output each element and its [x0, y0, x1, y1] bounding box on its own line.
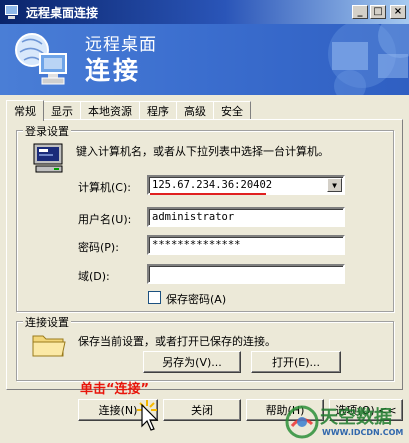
banner-title: 连接 — [85, 56, 142, 85]
click-connect-annotation: 单击“连接” — [80, 382, 150, 397]
close-button[interactable]: 关闭 — [163, 399, 241, 421]
watermark-logo-icon — [285, 405, 319, 439]
domain-label: 域(D): — [78, 270, 110, 283]
minimize-button[interactable]: _ — [352, 5, 368, 19]
remote-desktop-logo-icon — [15, 33, 67, 85]
close-window-button[interactable]: × — [390, 5, 406, 19]
maximize-button[interactable]: □ — [370, 5, 386, 19]
password-field[interactable]: ************** — [147, 235, 345, 255]
tab-general[interactable]: 常规 — [6, 100, 44, 121]
username-field[interactable]: administrator — [147, 207, 345, 227]
tab-advanced[interactable]: 高级 — [176, 101, 214, 120]
watermark: 天空数据 WWW.IDCDN.COM — [282, 400, 409, 443]
tab-programs[interactable]: 程序 — [139, 101, 177, 120]
connection-settings-legend: 连接设置 — [23, 314, 71, 330]
save-password-label[interactable]: 保存密码(A) — [166, 291, 226, 307]
login-settings-legend: 登录设置 — [23, 123, 71, 139]
computer-label: 计算机(C): — [78, 181, 131, 194]
domain-field[interactable] — [147, 264, 345, 284]
save-password-checkbox[interactable] — [148, 291, 161, 304]
banner-decoration-icon — [328, 24, 409, 95]
tab-display[interactable]: 显示 — [43, 101, 81, 120]
remote-desktop-app-icon — [4, 4, 20, 20]
connection-description: 保存当前设置，或者打开已保存的连接。 — [78, 335, 276, 348]
title-bar[interactable]: 远程桌面连接 _ □ × — [0, 0, 409, 24]
tab-local-resources[interactable]: 本地资源 — [80, 101, 140, 120]
header-banner: 远程桌面 连接 — [0, 24, 409, 95]
computer-value: 125.67.234.36:20402 — [152, 179, 273, 191]
username-label: 用户名(U): — [78, 213, 132, 226]
password-label: 密码(P): — [78, 241, 119, 254]
save-as-button[interactable]: 另存为(V)... — [143, 351, 241, 373]
highlight-underline — [150, 193, 266, 195]
open-button[interactable]: 打开(E)... — [251, 351, 341, 373]
watermark-url: WWW.IDCDN.COM — [322, 428, 404, 437]
mouse-cursor-icon — [141, 404, 159, 431]
chevron-down-icon[interactable]: ▼ — [327, 178, 342, 192]
window-title: 远程桌面连接 — [26, 5, 99, 20]
computer-combobox[interactable]: 125.67.234.36:20402 ▼ — [147, 175, 345, 195]
folder-icon — [32, 335, 66, 357]
tab-security[interactable]: 安全 — [213, 101, 251, 120]
watermark-brand: 天空数据 — [320, 407, 392, 428]
login-instruction: 键入计算机名，或者从下拉列表中选择一台计算机。 — [76, 145, 329, 158]
tab-strip: 常规 显示 本地资源 程序 高级 安全 — [6, 99, 251, 121]
computer-icon — [33, 143, 63, 173]
